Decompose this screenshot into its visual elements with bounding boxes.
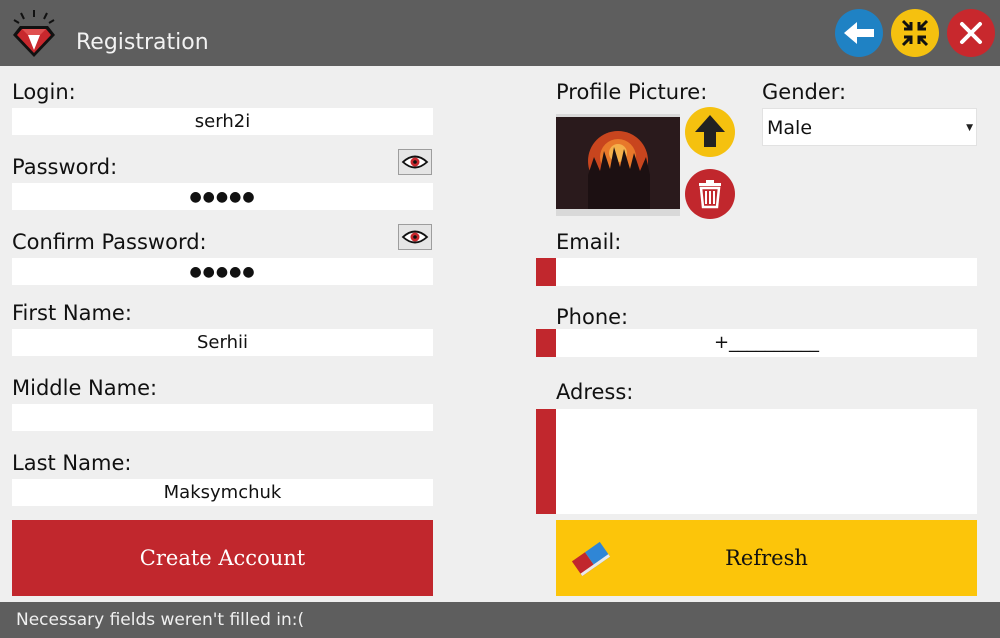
password-label: Password: (12, 155, 118, 179)
delete-picture-button[interactable] (685, 169, 735, 219)
back-button[interactable] (835, 9, 883, 57)
minimize-button[interactable] (891, 9, 939, 57)
confirm-password-label: Confirm Password: (12, 230, 207, 254)
first-name-input[interactable]: Serhii (12, 329, 433, 356)
show-confirm-password-button[interactable] (398, 224, 432, 250)
trash-icon (699, 180, 721, 209)
refresh-label: Refresh (725, 546, 808, 570)
address-label: Adress: (556, 380, 634, 404)
gender-selected-value: Male (767, 117, 813, 139)
login-label: Login: (12, 80, 76, 104)
middle-name-input[interactable] (12, 404, 433, 431)
upload-picture-button[interactable] (685, 107, 735, 157)
window-title: Registration (76, 30, 209, 55)
chevron-down-icon: ▼ (966, 123, 973, 133)
refresh-button[interactable]: Refresh (556, 520, 977, 596)
ruby-gem-icon (10, 8, 58, 60)
profile-picture (556, 114, 680, 216)
confirm-password-input[interactable]: ●●●●● (12, 258, 433, 285)
gender-select[interactable]: Male ▼ (762, 108, 977, 146)
status-message: Necessary fields weren't filled in:( (16, 610, 305, 630)
email-input[interactable] (556, 258, 977, 286)
arrow-up-icon (695, 115, 725, 147)
phone-input[interactable]: +__________ (556, 329, 977, 357)
gender-label: Gender: (762, 80, 847, 104)
required-marker (536, 258, 556, 286)
first-name-label: First Name: (12, 301, 132, 325)
eye-icon (401, 155, 429, 169)
last-name-label: Last Name: (12, 451, 132, 475)
required-marker (536, 409, 556, 514)
required-marker (536, 329, 556, 357)
arrow-left-icon (844, 22, 874, 44)
login-input[interactable]: serh2i (12, 108, 433, 135)
address-textarea[interactable] (556, 409, 977, 514)
profile-picture-label: Profile Picture: (556, 80, 708, 104)
collapse-icon (901, 19, 929, 47)
show-password-button[interactable] (398, 149, 432, 175)
eye-icon (401, 230, 429, 244)
password-input[interactable]: ●●●●● (12, 183, 433, 210)
title-bar: Registration (0, 0, 1000, 66)
close-button[interactable] (947, 9, 995, 57)
close-icon (960, 22, 982, 44)
middle-name-label: Middle Name: (12, 376, 158, 400)
status-bar: Necessary fields weren't filled in:( (0, 602, 1000, 638)
last-name-input[interactable]: Maksymchuk (12, 479, 433, 506)
create-account-button[interactable]: Create Account (12, 520, 433, 596)
email-label: Email: (556, 230, 622, 254)
phone-label: Phone: (556, 305, 629, 329)
eraser-icon (571, 541, 611, 577)
